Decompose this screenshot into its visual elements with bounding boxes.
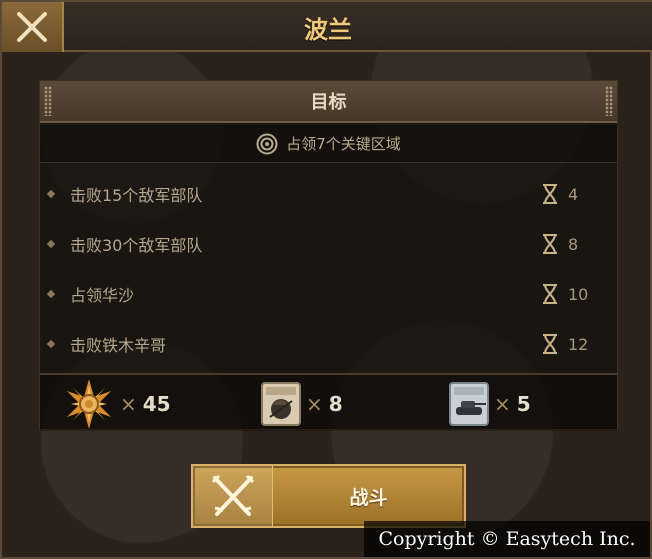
crossed-rifles-icon (211, 474, 254, 516)
turns-value: 8 (568, 234, 579, 254)
reward-count: 5 (516, 392, 531, 416)
reward-multiplier: × (306, 392, 323, 416)
battle-button[interactable]: 战斗 (191, 464, 466, 528)
objective-row: 击败15个敌军部队 4 (40, 169, 617, 219)
target-icon (256, 133, 278, 154)
turns-value: 10 (568, 284, 589, 304)
rewards-bar: × 45 × 8 × 5 (40, 373, 617, 431)
hourglass-icon (543, 284, 557, 304)
objective-row: 占领华沙 10 (40, 269, 617, 319)
dots-decoration (605, 86, 613, 116)
page-title: 波兰 (304, 15, 352, 44)
dialog-frame: 波兰 目标 占领7个关键区域 击败15个敌军部队 4 击败30个敌军部队 8 占… (0, 0, 652, 559)
battle-button-label: 战斗 (349, 486, 388, 509)
objective-row: 击败铁木辛哥 12 (40, 319, 617, 369)
objectives-header: 目标 (40, 81, 617, 123)
bullet-icon (46, 189, 56, 199)
objective-row: 击败30个敌军部队 8 (40, 219, 617, 269)
objective-turns: 4 (540, 183, 578, 205)
objective-label: 击败30个敌军部队 (70, 236, 203, 255)
reward-tank-card: × 5 (448, 375, 531, 433)
reward-count: 45 (142, 392, 171, 416)
objectives-panel: 目标 占领7个关键区域 击败15个敌军部队 4 击败30个敌军部队 8 占领华沙… (39, 80, 618, 431)
hourglass-icon (543, 334, 557, 354)
objectives-header-label: 目标 (310, 92, 347, 113)
objective-label: 击败15个敌军部队 (70, 186, 203, 205)
battle-icon-box (193, 466, 273, 526)
turns-value: 12 (568, 334, 589, 354)
close-button[interactable] (2, 2, 64, 52)
bullet-icon (46, 339, 56, 349)
title-bar: 波兰 (2, 2, 652, 52)
objective-turns: 8 (540, 233, 578, 255)
main-goal-text: 占领7个关键区域 (286, 135, 401, 153)
objective-turns: 12 (540, 333, 588, 355)
reward-count: 8 (328, 392, 343, 416)
infantry-card-icon (261, 382, 301, 426)
objective-label: 占领华沙 (70, 286, 135, 305)
medal-icon (67, 379, 111, 429)
hourglass-icon (543, 184, 557, 204)
turns-value: 4 (568, 184, 579, 204)
objective-label: 击败铁木辛哥 (70, 336, 167, 355)
main-goal: 占领7个关键区域 (40, 125, 617, 163)
objective-turns: 10 (540, 283, 588, 305)
bullet-icon (46, 239, 56, 249)
reward-infantry-card: × 8 (260, 375, 343, 433)
reward-multiplier: × (494, 392, 511, 416)
copyright-text: Copyright © Easytech Inc. (364, 521, 650, 557)
dots-decoration (44, 86, 52, 116)
hourglass-icon (543, 234, 557, 254)
reward-multiplier: × (120, 392, 137, 416)
reward-medal: × 45 (62, 375, 171, 433)
bullet-icon (46, 289, 56, 299)
close-icon (17, 12, 47, 42)
tank-card-icon (449, 382, 489, 426)
